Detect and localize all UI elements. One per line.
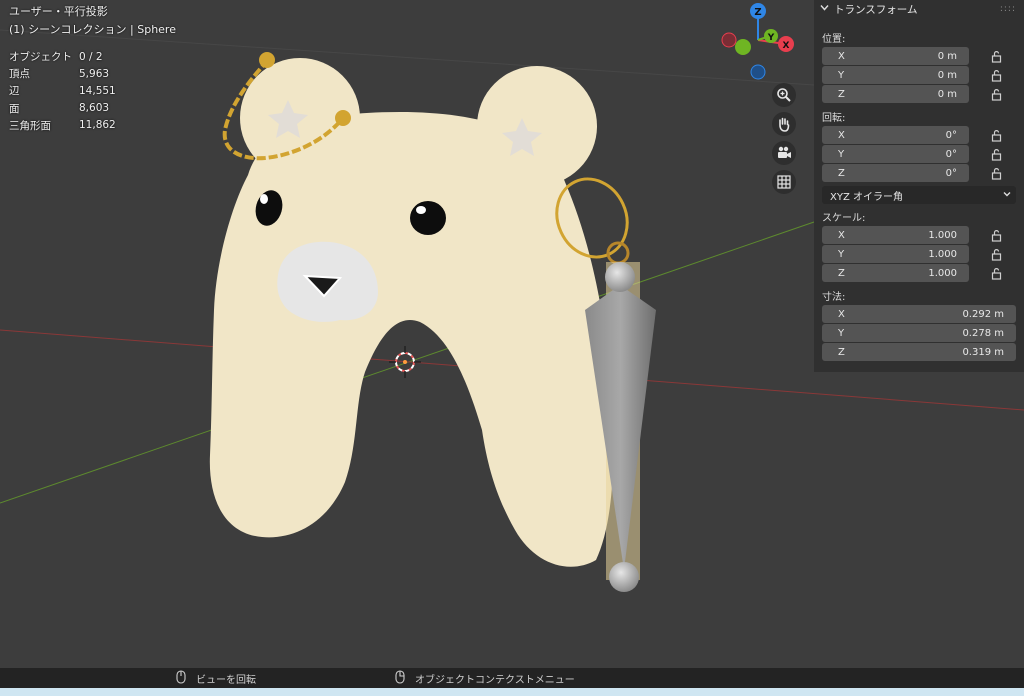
mouse-icon	[176, 669, 186, 687]
lock-icon[interactable]	[990, 49, 1004, 63]
location-z-field[interactable]: Z0 m	[822, 85, 969, 103]
lock-icon[interactable]	[990, 68, 1004, 82]
collection-label: (1) シーンコレクション | Sphere	[9, 23, 176, 36]
lock-icon[interactable]	[990, 247, 1004, 261]
horizon-line	[0, 29, 815, 86]
navigation-gizmo[interactable]: Z Y X	[721, 3, 794, 80]
lock-icon[interactable]	[990, 128, 1004, 142]
zoom-icon[interactable]	[772, 83, 796, 107]
rotation-mode-select[interactable]: XYZ オイラー角	[822, 186, 1016, 204]
lock-icon[interactable]	[990, 266, 1004, 280]
stat-vertices: 頂点 5,963	[9, 67, 110, 81]
scale-label: スケール:	[822, 213, 866, 224]
dimension-z-field[interactable]: Z 0.319 m	[822, 343, 1016, 361]
transform-title: トランスフォーム	[834, 3, 918, 16]
bear-model[interactable]	[209, 58, 614, 567]
dimension-x-field[interactable]: X 0.292 m	[822, 305, 1016, 323]
gizmo-z-label: Z	[754, 7, 761, 18]
dimensions-label: 寸法:	[822, 292, 846, 303]
location-y-field[interactable]: Y0 m	[822, 66, 969, 84]
right-eye	[410, 201, 446, 235]
status-context-menu: オブジェクトコンテクストメニュー	[395, 668, 575, 688]
rotation-y-field[interactable]: Y 0°	[822, 145, 969, 163]
gizmo-x-label: X	[783, 41, 790, 51]
scale-x-field[interactable]: X 1.000	[822, 226, 969, 244]
location-x-field[interactable]: X0 m	[822, 47, 969, 65]
view-mode-label: ユーザー・平行投影	[9, 5, 108, 18]
lock-icon[interactable]	[990, 87, 1004, 101]
lock-icon[interactable]	[990, 147, 1004, 161]
stat-objects: オブジェクト 0 / 2	[9, 50, 103, 64]
chevron-down-icon	[820, 3, 829, 15]
drag-handle-icon[interactable]: ::::	[1000, 4, 1016, 14]
grid-icon[interactable]	[772, 170, 796, 194]
hand-icon[interactable]	[772, 112, 796, 136]
stat-edges: 辺 14,551	[9, 84, 116, 98]
bottom-strip	[0, 688, 1024, 696]
stat-faces: 面 8,603	[9, 102, 110, 115]
gizmo-y-label: Y	[767, 33, 775, 43]
status-bar: ビューを回転 オブジェクトコンテクストメニュー	[0, 668, 1024, 688]
bear-body	[209, 112, 614, 567]
transform-header[interactable]: トランスフォーム	[820, 0, 917, 18]
rotation-x-field[interactable]: X 0°	[822, 126, 969, 144]
location-label: 位置:	[822, 34, 846, 45]
rotation-label: 回転:	[822, 113, 846, 124]
rotation-z-field[interactable]: Z 0°	[822, 164, 969, 182]
transform-panel: トランスフォーム :::: 位置: X0 m Y0 m Z0 m 回転: X 0°…	[814, 0, 1024, 372]
scene-statistics: オブジェクト 0 / 2 頂点 5,963 辺 14,551 面 8,603 三角形面 1…	[9, 48, 116, 134]
stat-triangles: 三角形面 11,862	[9, 119, 116, 132]
chevron-down-icon	[1002, 188, 1012, 203]
lock-icon[interactable]	[990, 166, 1004, 180]
camera-icon[interactable]	[772, 141, 796, 165]
mouse-icon	[395, 669, 405, 687]
3d-cursor	[389, 346, 421, 378]
lock-icon[interactable]	[990, 228, 1004, 242]
scale-y-field[interactable]: Y 1.000	[822, 245, 969, 263]
status-rotate-view: ビューを回転	[176, 668, 256, 688]
dimension-y-field[interactable]: Y 0.278 m	[822, 324, 1016, 342]
scale-z-field[interactable]: Z 1.000	[822, 264, 969, 282]
